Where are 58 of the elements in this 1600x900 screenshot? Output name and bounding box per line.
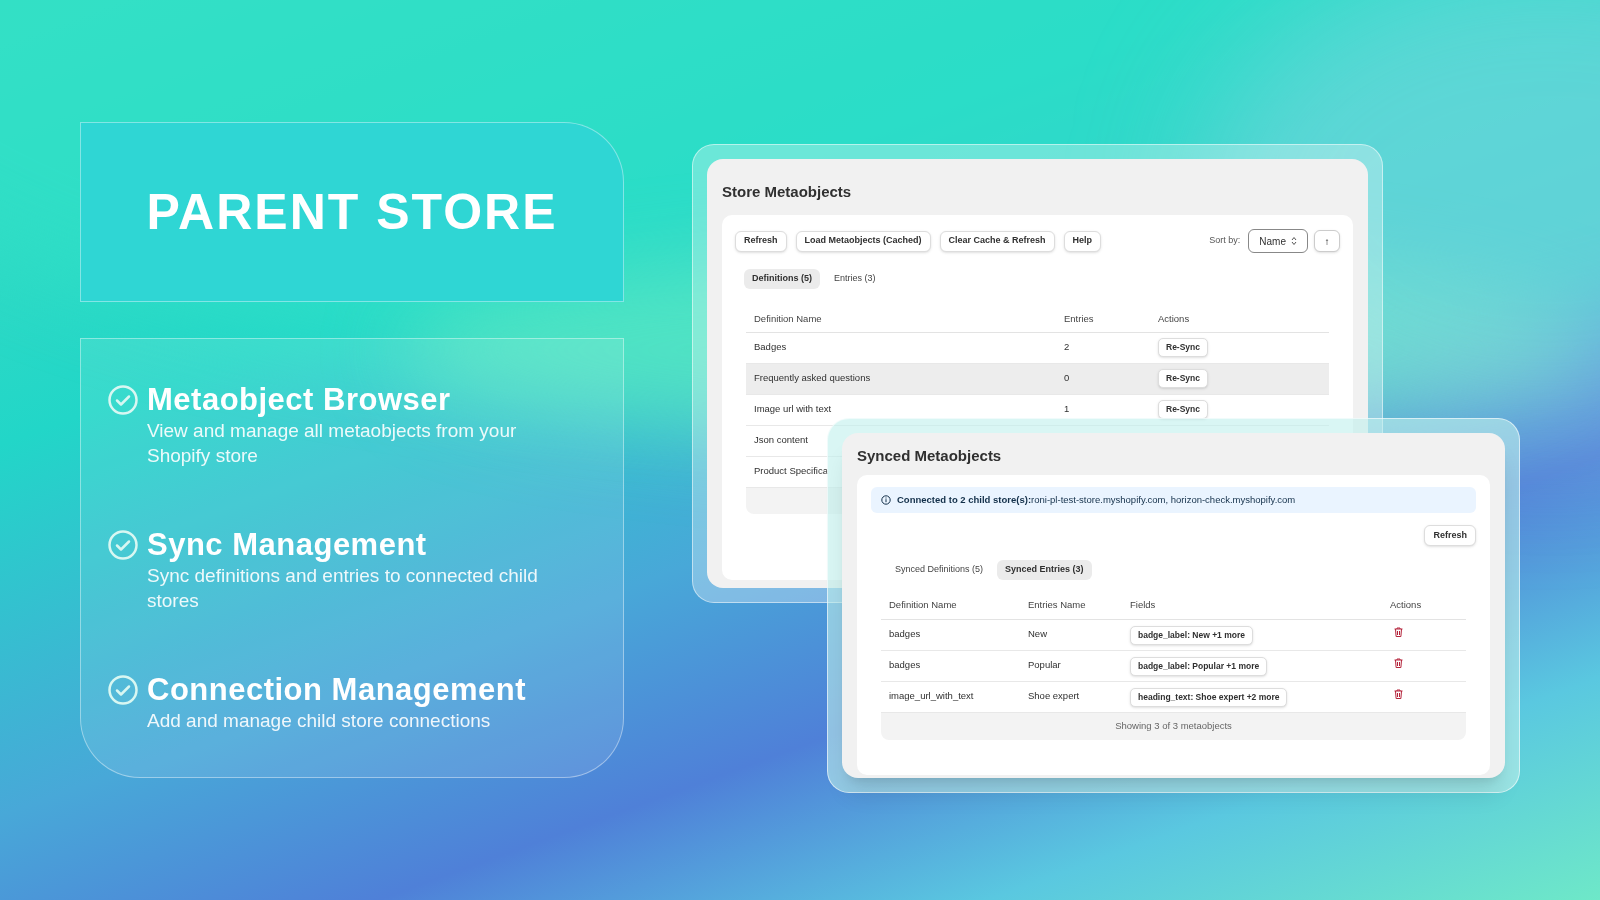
table-cell: image_url_with_text xyxy=(889,690,974,701)
column-header: Definition Name xyxy=(754,313,822,325)
info-icon xyxy=(881,495,891,505)
toolbar-button[interactable]: Refresh xyxy=(735,230,787,252)
table-cell: badges xyxy=(889,628,921,639)
feature-title: Sync Management xyxy=(147,528,427,562)
field-tag: heading_text: Shoe expert +2 more xyxy=(1130,688,1288,707)
re-sync-button[interactable]: Re-Sync xyxy=(1158,369,1208,388)
tab[interactable]: Definitions (5) xyxy=(744,269,820,289)
results-summary: Showing 3 of 3 metaobjects xyxy=(1115,719,1232,734)
trash-icon[interactable] xyxy=(1394,689,1403,699)
window-title: Synced Metaobjects xyxy=(857,447,1002,465)
field-tag: badge_label: New +1 more xyxy=(1130,626,1253,645)
tab[interactable]: Entries (3) xyxy=(826,269,884,289)
trash-icon[interactable] xyxy=(1394,627,1403,637)
re-sync-button[interactable]: Re-Sync xyxy=(1158,400,1208,419)
tab[interactable]: Synced Definitions (5) xyxy=(887,560,992,580)
table-cell: 0 xyxy=(1064,372,1070,383)
column-header: Fields xyxy=(1130,599,1156,611)
table-cell: Popular xyxy=(1028,659,1061,670)
hero-title: PARENT STORE xyxy=(146,182,558,242)
table-cell: 2 xyxy=(1064,341,1070,352)
column-header: Definition Name xyxy=(889,599,957,611)
table-cell: New xyxy=(1028,628,1047,639)
table-cell: Image url with text xyxy=(754,403,832,414)
toolbar-button[interactable]: Clear Cache & Refresh xyxy=(939,230,1055,252)
table-cell: Frequently asked questions xyxy=(754,372,871,383)
toolbar-button[interactable]: Load Metaobjects (Cached) xyxy=(795,230,931,252)
table-cell: Json content xyxy=(754,434,808,445)
check-circle-icon xyxy=(107,384,139,416)
feature-title: Connection Management xyxy=(147,673,527,707)
table-cell: Badges xyxy=(754,341,787,352)
window-title: Store Metaobjects xyxy=(722,183,852,201)
chevron-updown-icon xyxy=(1291,236,1297,246)
sort-select[interactable]: Name xyxy=(1248,229,1308,253)
table-cell: Product Specifica xyxy=(754,465,828,476)
column-header: Entries xyxy=(1064,313,1094,325)
column-header: Actions xyxy=(1390,599,1422,611)
table-cell: badges xyxy=(889,659,921,670)
sort-label: Sort by: xyxy=(1209,234,1241,248)
field-tag: badge_label: Popular +1 more xyxy=(1130,657,1268,676)
check-circle-icon xyxy=(107,674,139,706)
connection-message: Connected to 2 child store(s):roni-pl-test-store.myshopify.com, horizon-check.myshopify.com xyxy=(897,492,1296,507)
re-sync-button[interactable]: Re-Sync xyxy=(1158,338,1208,357)
check-circle-icon xyxy=(107,529,139,561)
sort-direction-button[interactable]: ↑ xyxy=(1314,230,1340,252)
feature-description: View and manage all metaobjects from your Shopify store xyxy=(147,419,518,468)
toolbar-button[interactable]: Help xyxy=(1063,230,1102,252)
feature-description: Sync definitions and entries to connected child stores xyxy=(147,564,539,613)
table-cell: Shoe expert xyxy=(1028,690,1080,701)
trash-icon[interactable] xyxy=(1394,658,1403,668)
feature-title: Metaobject Browser xyxy=(147,383,451,417)
feature-description: Add and manage child store connections xyxy=(147,709,492,733)
table-cell: 1 xyxy=(1064,403,1070,414)
refresh-button[interactable]: Refresh xyxy=(1424,525,1476,546)
tab[interactable]: Synced Entries (3) xyxy=(997,560,1092,580)
column-header: Entries Name xyxy=(1028,599,1086,611)
column-header: Actions xyxy=(1158,313,1190,325)
